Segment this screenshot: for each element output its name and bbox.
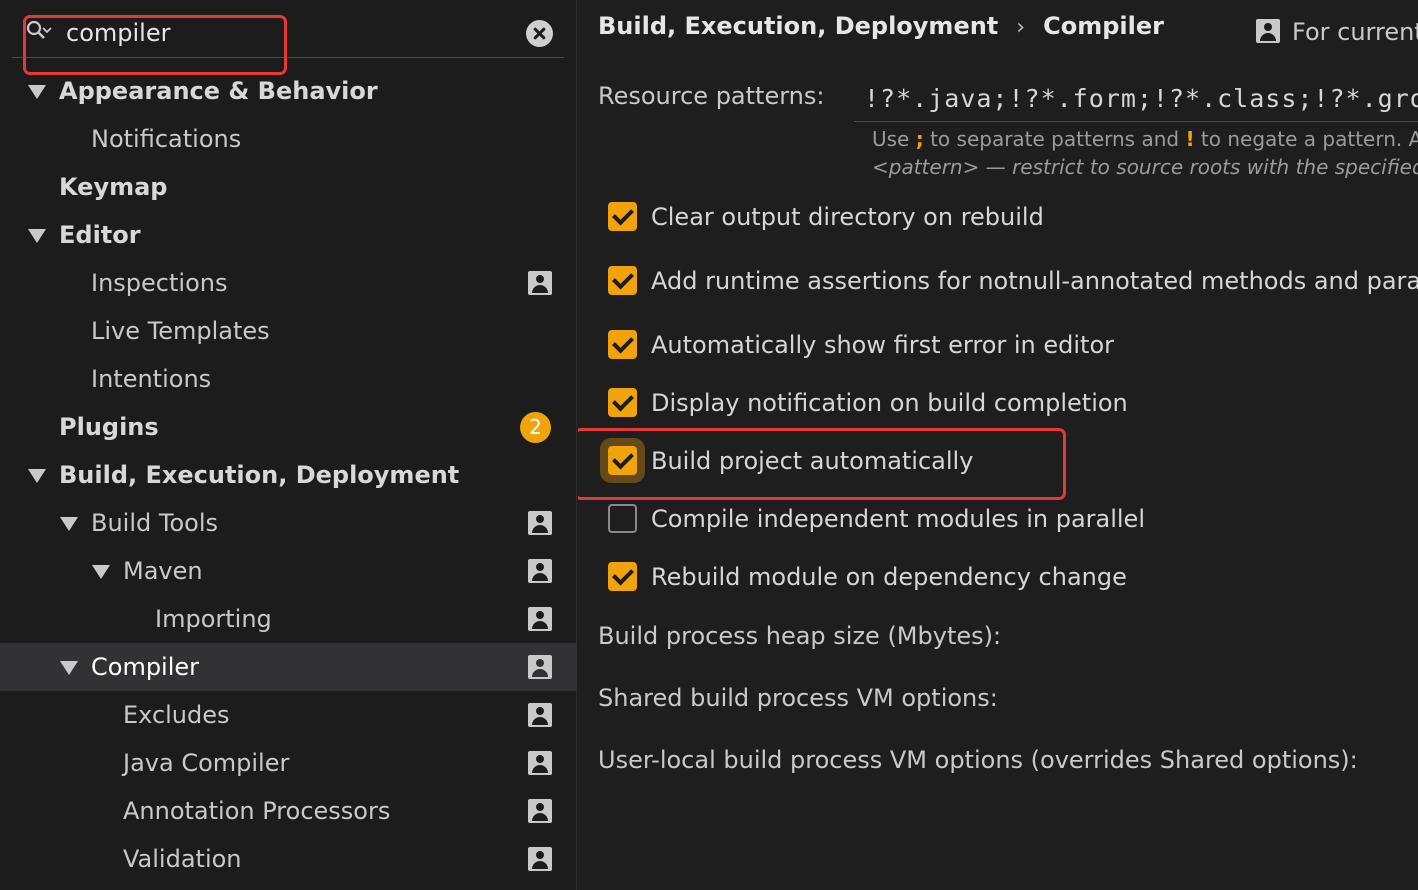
resource-patterns-input[interactable] [854,76,1418,122]
tree-item-build-execution-deployment[interactable]: Build, Execution, Deployment [0,451,577,499]
tree-item-label: Live Templates [91,317,270,345]
tree-item-importing[interactable]: Importing [0,595,577,643]
expand-arrow-icon[interactable] [28,469,46,483]
checkbox-label: Display notification on build completion [651,389,1128,417]
settings-window: Appearance & Behavior Notifications Keymap… [0,0,1418,890]
checkbox-label: Automatically show first error in editor [651,331,1115,359]
tree-item-label: Intentions [91,365,212,393]
project-scope-label: For current project [1256,16,1418,46]
tree-item-label: Keymap [59,173,168,201]
tree-item-label: Importing [155,605,272,633]
expand-arrow-icon[interactable] [60,661,78,675]
tree-item-label: Build, Execution, Deployment [59,461,460,489]
breadcrumb-parent[interactable]: Build, Execution, Deployment [598,12,998,40]
checkbox-checked[interactable] [608,266,637,295]
tree-item-build-tools[interactable]: Build Tools [0,499,577,547]
project-profile-icon [528,655,552,679]
user-local-vm-options-label: User-local build process VM options (ove… [598,746,1358,774]
tree-item-compiler[interactable]: Compiler [0,643,577,691]
project-profile-icon [528,511,552,535]
checkbox-label: Add runtime assertions for notnull-annot… [651,267,1418,295]
checkbox-label: Compile independent modules in parallel [651,505,1145,533]
project-profile-icon [528,799,552,823]
settings-sidebar: Appearance & Behavior Notifications Keymap… [0,0,577,890]
tree-item-appearance-behavior[interactable]: Appearance & Behavior [0,67,577,115]
project-profile-icon [528,271,552,295]
project-profile-icon [528,847,552,871]
tree-item-label: Java Compiler [123,749,290,777]
tree-item-label: Notifications [91,125,242,153]
plugin-updates-badge: 2 [520,412,551,443]
compiler-settings-panel: Build, Execution, Deployment › Compiler Fo… [578,0,1418,890]
tree-item-label: Plugins [59,413,159,441]
clear-search-icon[interactable] [526,20,553,47]
expand-arrow-icon[interactable] [28,229,46,243]
tree-item-keymap[interactable]: Keymap [0,163,577,211]
checkbox-checked[interactable] [608,446,637,475]
search-icon [26,20,52,39]
checkbox-label: Rebuild module on dependency change [651,563,1127,591]
expand-arrow-icon[interactable] [28,85,46,99]
tree-item-notifications[interactable]: Notifications [0,115,577,163]
project-profile-icon [528,703,552,727]
settings-search [12,8,564,58]
search-input[interactable] [66,16,506,50]
tree-item-editor[interactable]: Editor [0,211,577,259]
project-profile-icon [528,559,552,583]
project-profile-icon [1256,19,1280,43]
tree-item-label: Validation [123,845,242,873]
tree-item-java-compiler[interactable]: Java Compiler [0,739,577,787]
checkbox-unchecked[interactable] [608,504,637,533]
tree-item-label: Editor [59,221,141,249]
checkbox-checked[interactable] [608,330,637,359]
tree-item-label: Build Tools [91,509,218,537]
checkbox-checked[interactable] [608,388,637,417]
checkbox-checked[interactable] [608,562,637,591]
tree-item-excludes[interactable]: Excludes [0,691,577,739]
tree-item-label: Excludes [123,701,230,729]
tree-item-intentions[interactable]: Intentions [0,355,577,403]
tree-item-plugins[interactable]: Plugins 2 [0,403,577,451]
tree-item-label: Appearance & Behavior [59,77,378,105]
breadcrumb-separator: › [1016,15,1026,40]
tree-item-live-templates[interactable]: Live Templates [0,307,577,355]
checkbox-label: Clear output directory on rebuild [651,203,1044,231]
heap-size-label: Build process heap size (Mbytes): [598,622,1002,650]
tree-item-inspections[interactable]: Inspections [0,259,577,307]
checkbox-label: Build project automatically [651,447,974,475]
project-profile-icon [528,607,552,631]
breadcrumb-current: Compiler [1043,12,1164,40]
tree-item-label: Compiler [91,653,200,681]
tree-item-label: Maven [123,557,203,585]
breadcrumb: Build, Execution, Deployment › Compiler [598,12,1164,40]
shared-vm-options-label: Shared build process VM options: [598,684,998,712]
resource-hint-line1: Use ; to separate patterns and ! to nega… [872,127,1418,151]
for-current-text: For current project [1292,18,1418,46]
project-profile-icon [528,751,552,775]
resource-patterns-label: Resource patterns: [598,82,825,110]
tree-item-label: Inspections [91,269,228,297]
checkbox-checked[interactable] [608,202,637,231]
tree-item-label: Annotation Processors [123,797,391,825]
resource-hint-line2: <pattern> — restrict to source roots wit… [872,155,1418,179]
expand-arrow-icon[interactable] [60,517,78,531]
settings-tree: Appearance & Behavior Notifications Keymap… [0,67,577,883]
tree-item-maven[interactable]: Maven [0,547,577,595]
tree-item-validation[interactable]: Validation [0,835,577,883]
tree-item-annotation-processors[interactable]: Annotation Processors [0,787,577,835]
expand-arrow-icon[interactable] [92,565,110,579]
